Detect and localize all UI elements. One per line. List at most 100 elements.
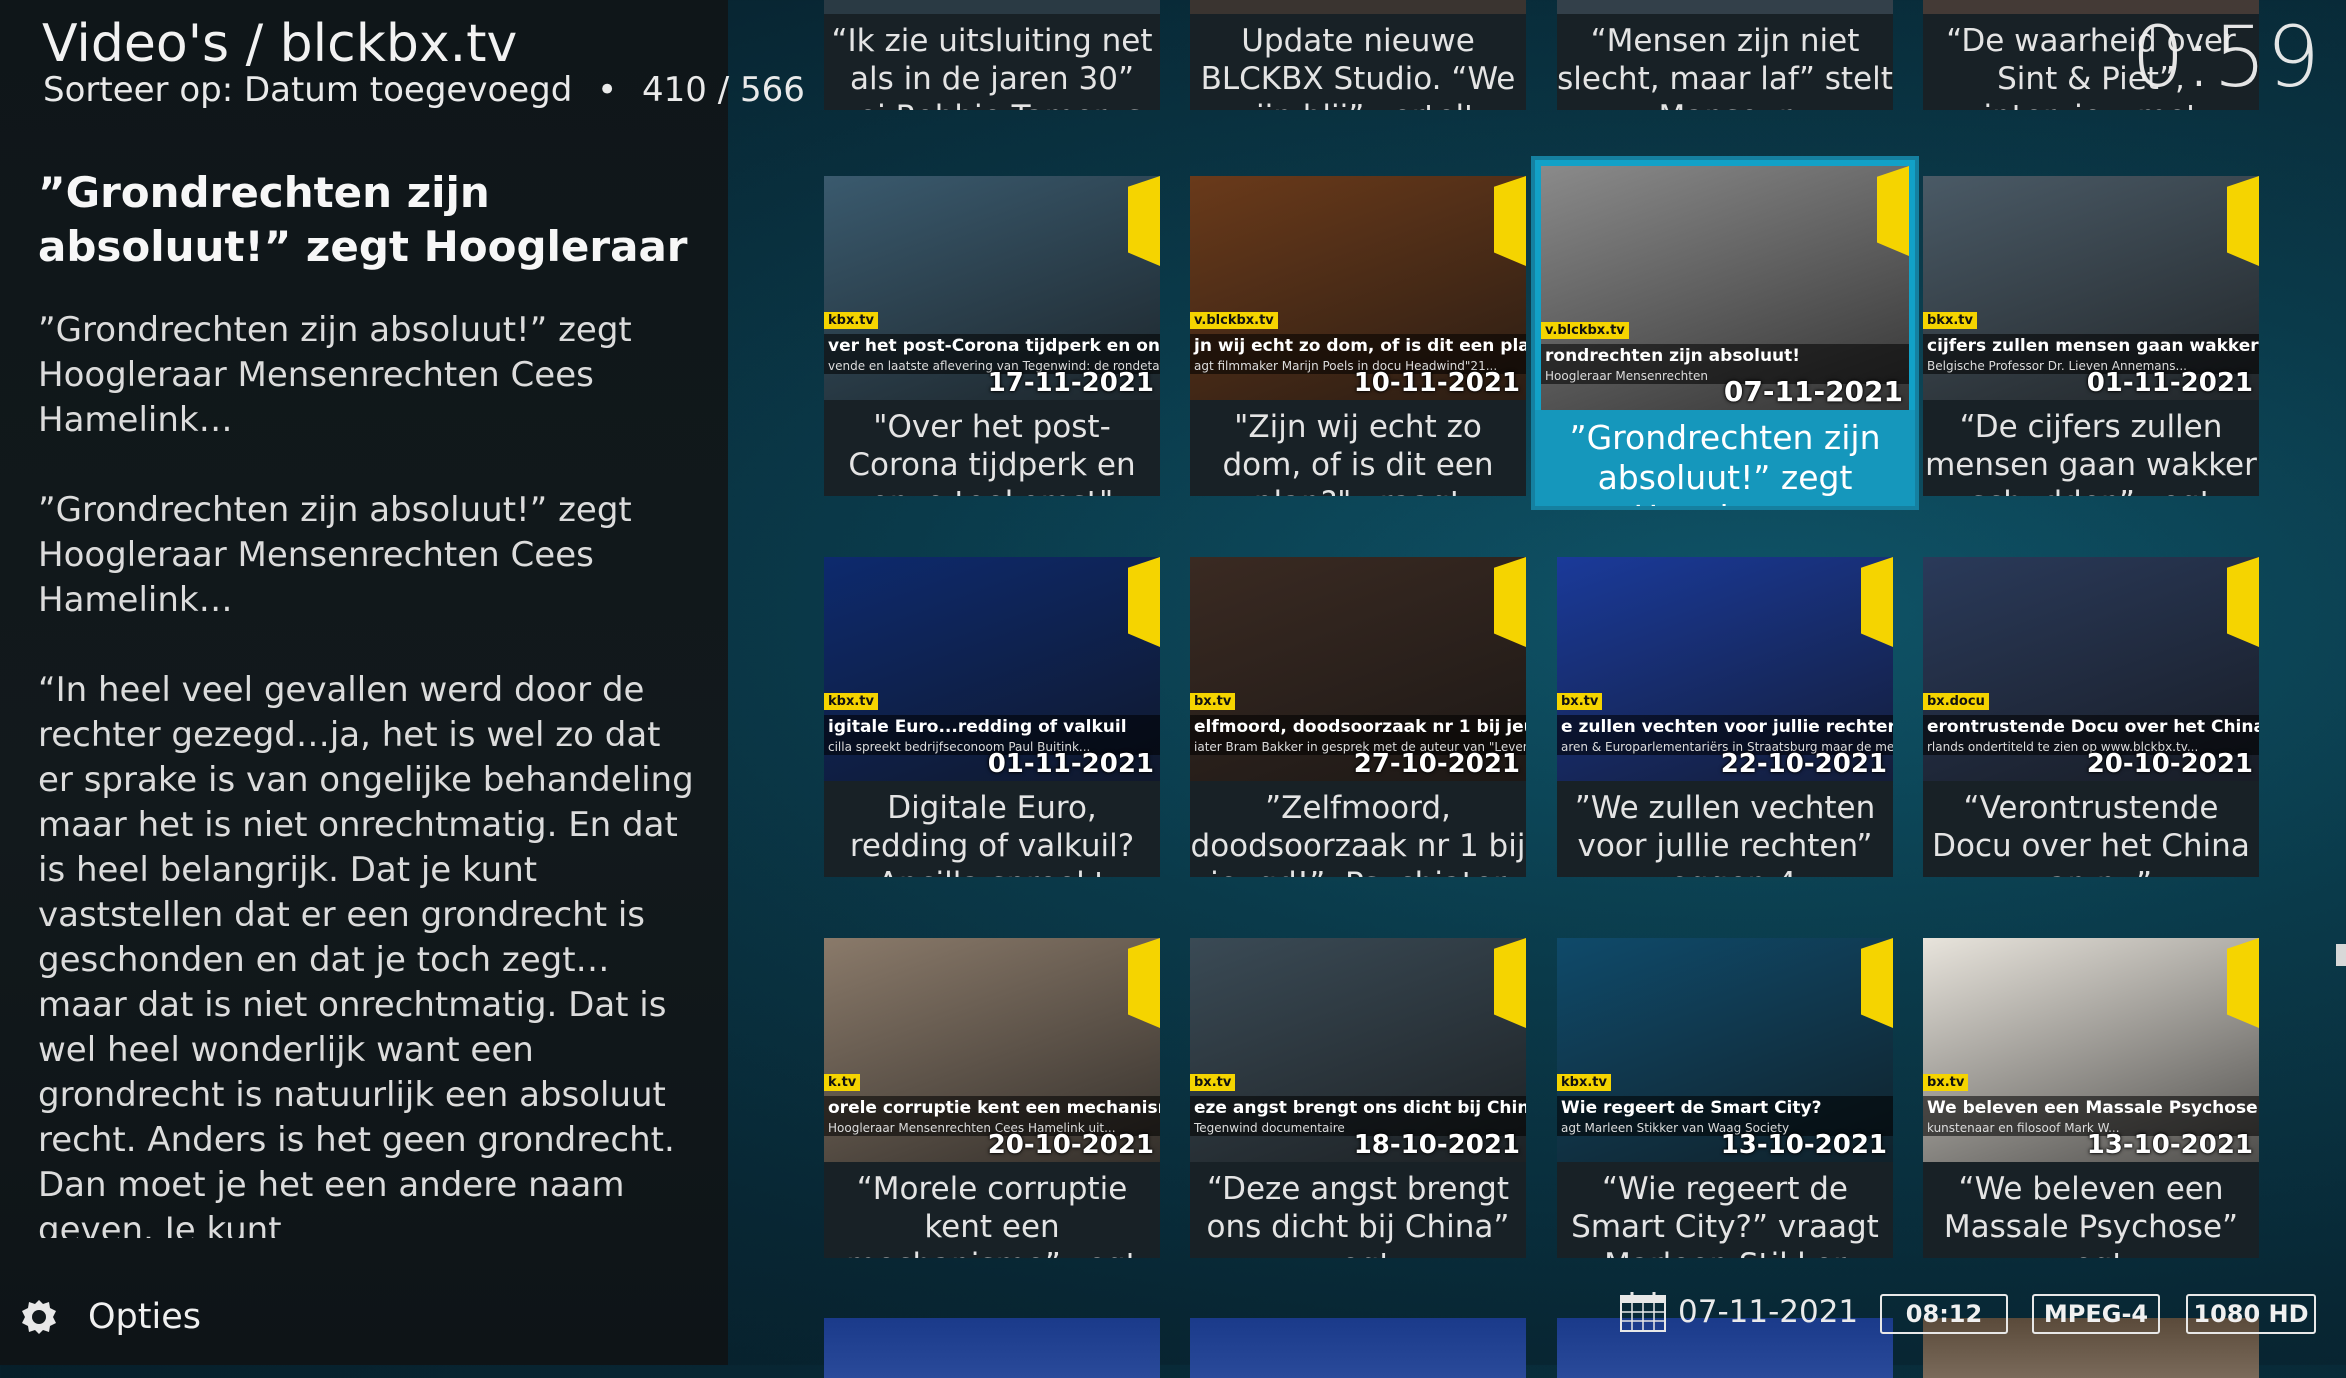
separator: • [597,70,618,110]
channel-badge: v.blckbx.tv [1190,312,1278,329]
clock: 0:59 [2131,8,2320,106]
options-button[interactable]: Opties [18,1296,201,1338]
channel-badge: k.tv [824,1074,861,1091]
grid-tile[interactable]: “Mensen zijn niet slecht, maar laf” stel… [1557,0,1893,110]
grid-tile[interactable]: bx.tv elfmoord, doodsoorzaak nr 1 bij jeu… [1190,557,1526,877]
tile-date: 27-10-2021 [1353,749,1520,779]
thumbnail-headline: erontrustende Docu over het China van n [1923,715,2259,739]
thumbnail-headline: jn wij echt zo dom, of is dit een plan [1190,334,1526,358]
tile-date: 13-10-2021 [1720,1130,1887,1160]
thumbnail: bx.tv e zullen vechten voor jullie rechte… [1557,557,1893,781]
item-position: 410 / 566 [642,70,805,110]
thumbnail: kbx.tv Wie regeert de Smart City? agt Marl… [1557,938,1893,1162]
channel-badge: bx.docu [1923,693,1989,710]
brand-corner-icon [1877,166,1909,256]
codec-badge: MPEG-4 [2032,1294,2160,1334]
thumbnail-headline: cijfers zullen mensen gaan wakker schudd… [1923,334,2259,358]
thumbnail-headline: igitale Euro...redding of valkuil [824,715,1160,739]
sort-status[interactable]: Sorteer op: Datum toegevoegd • 410 / 566 [43,70,805,110]
thumbnail: kbx.tv igitale Euro...redding of valkuil c… [824,557,1160,781]
grid-tile[interactable]: kbx.tv ver het post-Corona tijdperk en on… [824,176,1160,496]
channel-badge: bx.tv [1190,1074,1236,1091]
brand-corner-icon [1861,938,1893,1028]
tile-date: 18-10-2021 [1353,1130,1520,1160]
channel-badge: bx.tv [1923,1074,1969,1091]
tile-date: 17-11-2021 [987,368,1154,398]
thumbnail-headline: orele corruptie kent een mechanisme [824,1096,1160,1120]
channel-badge: v.blckbx.tv [1541,322,1629,339]
brand-corner-icon [1128,557,1160,647]
page-title: Video's / blckbx.tv [42,14,518,74]
tile-caption: “De cijfers zullen mensen gaan wakker sc… [1923,400,2259,496]
grid-tile[interactable] [1190,1318,1526,1378]
brand-corner-icon [2227,557,2259,647]
calendar-icon [1620,1292,1666,1332]
grid-tile-selected[interactable]: v.blckbx.tv rondrechten zijn absoluut! Hoo… [1535,160,1915,506]
thumbnail: v.blckbx.tv jn wij echt zo dom, of is dit… [1190,176,1526,400]
tile-caption: “Deze angst brengt ons dicht bij China” … [1190,1162,1526,1258]
duration-badge: 08:12 [1880,1294,2008,1334]
plot-paragraph: ”Grondrechten zijn absoluut!” zegt Hoogl… [38,490,632,620]
scrollbar-marker[interactable] [2336,944,2346,966]
tile-caption: Update nieuwe BLCKBX Studio. “We zijn bl… [1190,14,1526,110]
thumbnail-headline: Wie regeert de Smart City? [1557,1096,1893,1120]
grid-tile[interactable]: bkx.tv cijfers zullen mensen gaan wakker … [1923,176,2259,496]
grid-tile[interactable] [824,1318,1160,1378]
brand-corner-icon [2227,938,2259,1028]
brand-corner-icon [1494,557,1526,647]
sort-label: Sorteer op: Datum toegevoegd [43,70,573,110]
options-label: Opties [88,1297,201,1337]
grid-tile[interactable]: kbx.tv Wie regeert de Smart City? agt Marl… [1557,938,1893,1258]
tile-date: 20-10-2021 [2086,749,2253,779]
tile-caption: “Wie regeert de Smart City?” vraagt Marl… [1557,1162,1893,1258]
thumbnail: v.blckbx.tv rondrechten zijn absoluut! Hoo… [1541,166,1909,410]
channel-badge: kbx.tv [1557,1074,1611,1091]
detail-plot: ”Grondrechten zijn absoluut!” zegt Hoogl… [38,308,698,1238]
tile-caption: “We beleven een Massale Psychose” zegt [1923,1162,2259,1258]
grid-tile[interactable]: v.blckbx.tv jn wij echt zo dom, of is dit… [1190,176,1526,496]
grid-tile[interactable]: Update nieuwe BLCKBX Studio. “We zijn bl… [1190,0,1526,110]
tile-caption: "Zijn wij echt zo dom, of is dit een pla… [1190,400,1526,496]
grid-tile[interactable]: bx.tv We beleven een Massale Psychose kuns… [1923,938,2259,1258]
thumbnail [1557,0,1893,14]
tile-date: 20-10-2021 [987,1130,1154,1160]
detail-title: ”Grondrechten zijn absoluut!” zegt Hoogl… [38,168,688,271]
channel-badge: bx.tv [1557,693,1603,710]
tile-caption: ”Grondrechten zijn absoluut!” zegt Hoogl… [1535,410,1915,506]
grid-tile[interactable]: bx.docu erontrustende Docu over het China… [1923,557,2259,877]
grid-tile[interactable]: kbx.tv igitale Euro...redding of valkuil c… [824,557,1160,877]
tile-caption: “Morele corruptie kent een mechanisme” z… [824,1162,1160,1258]
tile-caption: ”Zelfmoord, doodsoorzaak nr 1 bij jeugd!… [1190,781,1526,877]
brand-corner-icon [1128,938,1160,1028]
brand-corner-icon [2227,176,2259,266]
brand-corner-icon [1494,176,1526,266]
tile-date: 13-10-2021 [2086,1130,2253,1160]
brand-corner-icon [1861,557,1893,647]
grid-tile[interactable]: “Ik zie uitsluiting net als in de jaren … [824,0,1160,110]
resolution-badge: 1080 HD [2186,1294,2316,1334]
tile-date: 01-11-2021 [987,749,1154,779]
settings-icon [22,1300,56,1334]
tile-caption: "Over het post-Corona tijdperk en onze t… [824,400,1160,496]
channel-badge: kbx.tv [824,312,878,329]
thumbnail-headline: elfmoord, doodsoorzaak nr 1 bij jeug [1190,715,1526,739]
tile-caption: “Ik zie uitsluiting net als in de jaren … [824,14,1160,110]
grid-tile[interactable]: k.tv orele corruptie kent een mechanisme H… [824,938,1160,1258]
tile-caption: “Mensen zijn niet slecht, maar laf” stel… [1557,14,1893,110]
thumbnail [824,1318,1160,1378]
grid-tile[interactable]: bx.tv eze angst brengt ons dicht bij Chin… [1190,938,1526,1258]
thumbnail: bx.tv eze angst brengt ons dicht bij Chin… [1190,938,1526,1162]
brand-corner-icon [1494,938,1526,1028]
footer-date: 07-11-2021 [1620,1290,1858,1334]
grid-tile[interactable]: bx.tv e zullen vechten voor jullie rechte… [1557,557,1893,877]
thumbnail [824,0,1160,14]
thumbnail: bx.tv We beleven een Massale Psychose kuns… [1923,938,2259,1162]
channel-badge: bkx.tv [1923,312,1977,329]
thumbnail-headline: e zullen vechten voor jullie rechten [1557,715,1893,739]
thumbnail: k.tv orele corruptie kent een mechanisme H… [824,938,1160,1162]
tile-caption: Digitale Euro, redding of valkuil? Ancil… [824,781,1160,877]
thumbnail [1190,0,1526,14]
tile-date: 07-11-2021 [1723,375,1903,408]
thumbnail: bx.tv elfmoord, doodsoorzaak nr 1 bij jeu… [1190,557,1526,781]
tile-date: 01-11-2021 [2086,368,2253,398]
